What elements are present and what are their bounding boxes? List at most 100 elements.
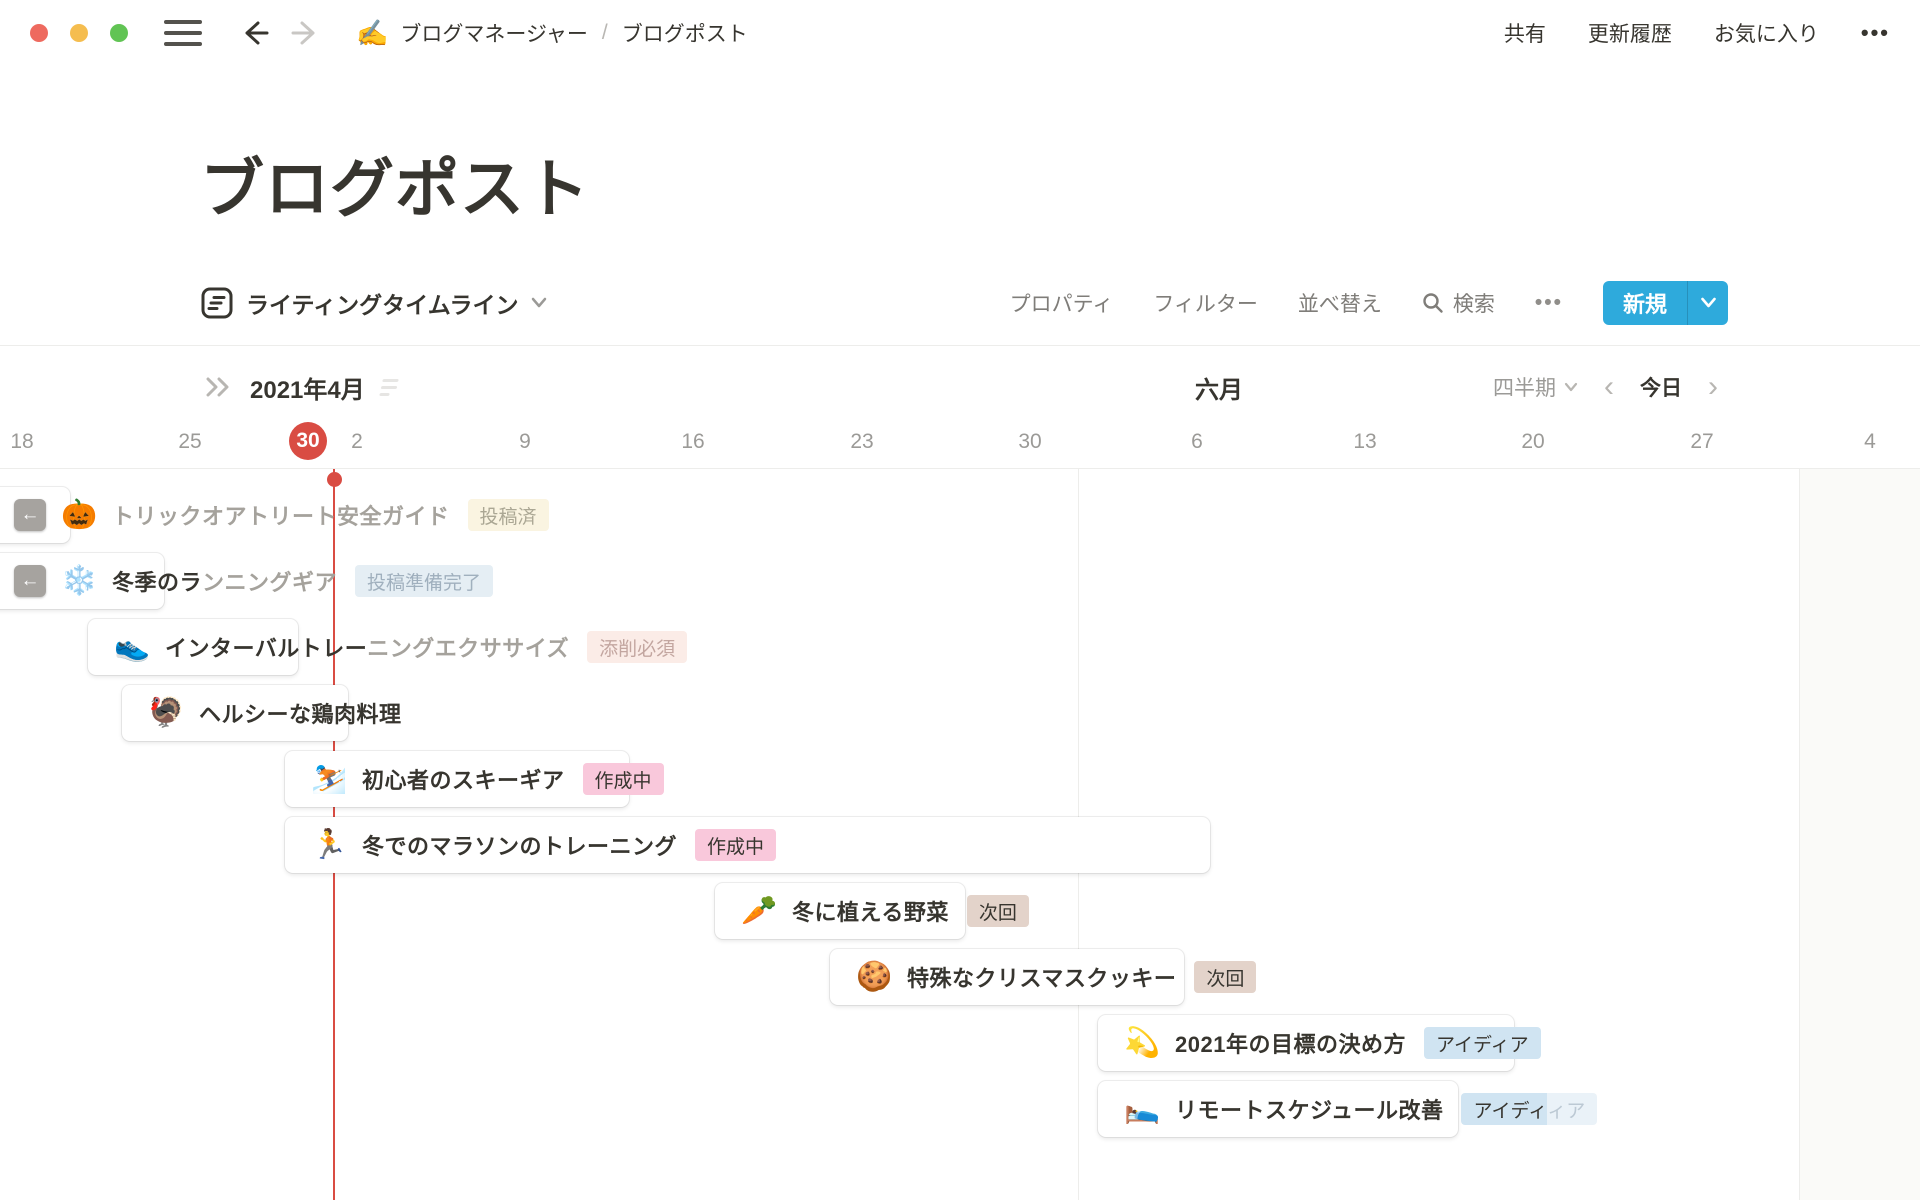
search-button[interactable]: 検索	[1422, 288, 1495, 318]
runner-icon: 🏃	[311, 831, 347, 860]
status-badge: 投稿済	[468, 499, 549, 531]
timeline-row: ⛷️ 初心者のスキーギア作成中	[0, 751, 1920, 807]
more-options-icon[interactable]: •••	[1861, 20, 1890, 46]
view-selector[interactable]: ライティングタイムライン	[200, 286, 547, 320]
card-title-text: 2021年の目標の決め方	[1175, 1027, 1406, 1059]
filter-button[interactable]: フィルター	[1153, 288, 1258, 318]
timeline-view-icon	[200, 286, 234, 320]
timeline-row: 🏃 冬でのマラソンのトレーニング作成中	[0, 817, 1920, 873]
card-title: 冬季のランニングギア	[112, 565, 337, 597]
status-badge: 作成中	[583, 763, 664, 795]
status-badge: 添削必須	[587, 631, 687, 663]
timeline-prev-icon[interactable]: ‹	[1602, 372, 1616, 402]
writing-hand-icon: ✍️	[356, 20, 388, 46]
axis-date: 6	[1191, 424, 1203, 460]
chevron-down-icon	[1700, 297, 1717, 309]
card-title: ヘルシーな鶏肉料理	[199, 697, 402, 729]
timeline-row: ← ❄️ 冬季のランニングギア投稿準備完了	[0, 553, 1920, 609]
scroll-to-card-button[interactable]: ←	[14, 565, 46, 597]
new-button[interactable]: 新規	[1603, 281, 1728, 325]
timeline-row: 💫 2021年の目標の決め方アイディア	[0, 1015, 1920, 1071]
forward-arrow-icon[interactable]	[288, 16, 322, 50]
timeline-row: 🍪 特殊なクリスマスクッキー次回	[0, 949, 1920, 1005]
status-badge: 次回	[967, 895, 1029, 927]
card-title: 2021年の目標の決め方	[1175, 1027, 1406, 1059]
breadcrumb-root[interactable]: ブログマネージャー	[400, 18, 588, 48]
status-badge: 次回	[1194, 961, 1256, 993]
back-arrow-icon[interactable]	[238, 16, 272, 50]
card-title-text: 初心者のスキーギア	[362, 763, 565, 795]
timeline-row: 🦃ヘルシーな鶏肉料理	[0, 685, 1920, 741]
card-title: 初心者のスキーギア	[362, 763, 565, 795]
status-badge: 投稿準備完了	[355, 565, 493, 597]
favorite-button[interactable]: お気に入り	[1714, 18, 1819, 48]
card-title-text: 特殊なクリスマスクッキー	[907, 961, 1176, 993]
axis-date-today: 30	[289, 422, 327, 460]
timeline-card-content: 🍪 特殊なクリスマスクッキー次回	[856, 949, 1256, 1005]
axis-date: 2	[351, 424, 363, 460]
timeline-today-button[interactable]: 今日	[1640, 372, 1682, 402]
timeline-card-content: 👟 インターバルトレーニングエクササイズ添削必須	[114, 619, 687, 675]
axis-date: 4	[1864, 424, 1876, 460]
timeline-card-content: 🦃ヘルシーな鶏肉料理	[148, 685, 402, 741]
breadcrumb-page[interactable]: ブログポスト	[622, 18, 748, 48]
carrot-icon: 🥕	[741, 897, 777, 926]
sneaker-icon: 👟	[114, 633, 150, 662]
timeline-next-icon[interactable]: ›	[1706, 372, 1720, 402]
view-more-options-icon[interactable]: •••	[1535, 291, 1563, 315]
card-title-overflow-text: トリックオアトリート安全ガイド	[112, 499, 450, 531]
timeline-axis-line	[0, 468, 1920, 469]
card-title-text: インターバルトレー	[165, 631, 367, 663]
view-name: ライティングタイムライン	[246, 286, 519, 320]
timeline-row: 🛌リモートスケジュール改善アイディィア	[0, 1081, 1920, 1137]
dizzy-icon: 💫	[1124, 1029, 1160, 1058]
new-button-label[interactable]: 新規	[1603, 281, 1687, 325]
status-badge: 作成中	[695, 829, 776, 861]
sort-button[interactable]: 並べ替え	[1298, 288, 1382, 318]
update-history-button[interactable]: 更新履歴	[1588, 18, 1672, 48]
close-window-button[interactable]	[30, 24, 48, 42]
timeline-card-content: 🏃 冬でのマラソンのトレーニング作成中	[311, 817, 776, 873]
timeline-zoom-selector[interactable]: 四半期	[1493, 372, 1578, 402]
cookie-icon: 🍪	[856, 963, 892, 992]
status-badge: アイディィア	[1461, 1093, 1597, 1125]
timeline-card-content: 🥕冬に植える野菜次回	[741, 883, 1029, 939]
card-title: リモートスケジュール改善	[1175, 1093, 1443, 1125]
timeline-card-content: 💫 2021年の目標の決め方アイディア	[1124, 1015, 1541, 1071]
axis-date: 23	[850, 424, 873, 460]
double-chevron-right-icon[interactable]	[204, 376, 234, 398]
title-bar: ✍️ ブログマネージャー / ブログポスト 共有 更新履歴 お気に入り •••	[0, 0, 1920, 66]
status-badge-text: アイディ	[1461, 1093, 1547, 1125]
card-title-overflow-text: ニングエクササイズ	[367, 631, 569, 663]
timeline-zoom-label: 四半期	[1493, 372, 1556, 402]
scroll-indicator-icon	[379, 379, 399, 396]
card-title-text: 冬でのマラソンのトレーニング	[362, 829, 677, 861]
card-title-text: リモートスケジュール改善	[1175, 1093, 1443, 1125]
axis-date: 13	[1353, 424, 1376, 460]
axis-date: 27	[1690, 424, 1713, 460]
status-badge-overflow-text: ィア	[1547, 1093, 1597, 1125]
card-title: 冬でのマラソンのトレーニング	[362, 829, 677, 861]
card-title: トリックオアトリート安全ガイド	[112, 499, 450, 531]
timeline-card-content: ⛷️ 初心者のスキーギア作成中	[311, 751, 664, 807]
today-line-dot	[327, 472, 342, 487]
axis-date: 25	[178, 424, 201, 460]
skier-icon: ⛷️	[311, 765, 347, 794]
status-badge: アイディア	[1424, 1027, 1541, 1059]
properties-button[interactable]: プロパティ	[1010, 288, 1114, 318]
new-button-dropdown[interactable]	[1687, 281, 1728, 325]
axis-date: 9	[519, 424, 531, 460]
axis-date: 16	[681, 424, 704, 460]
timeline-row: ← 🎃 トリックオアトリート安全ガイド投稿済	[0, 487, 1920, 543]
sidebar-menu-icon[interactable]	[164, 20, 202, 46]
snowflake-icon: ❄️	[61, 567, 97, 596]
breadcrumb: ✍️ ブログマネージャー / ブログポスト	[356, 18, 748, 48]
timeline-row: 👟 インターバルトレーニングエクササイズ添削必須	[0, 619, 1920, 675]
scroll-to-card-button[interactable]: ←	[14, 499, 46, 531]
page-title[interactable]: ブログポスト	[200, 138, 590, 230]
zoom-window-button[interactable]	[110, 24, 128, 42]
minimize-window-button[interactable]	[70, 24, 88, 42]
pumpkin-icon: 🎃	[61, 501, 97, 530]
share-button[interactable]: 共有	[1504, 18, 1546, 48]
card-title-text: 冬季のラ	[112, 565, 202, 597]
